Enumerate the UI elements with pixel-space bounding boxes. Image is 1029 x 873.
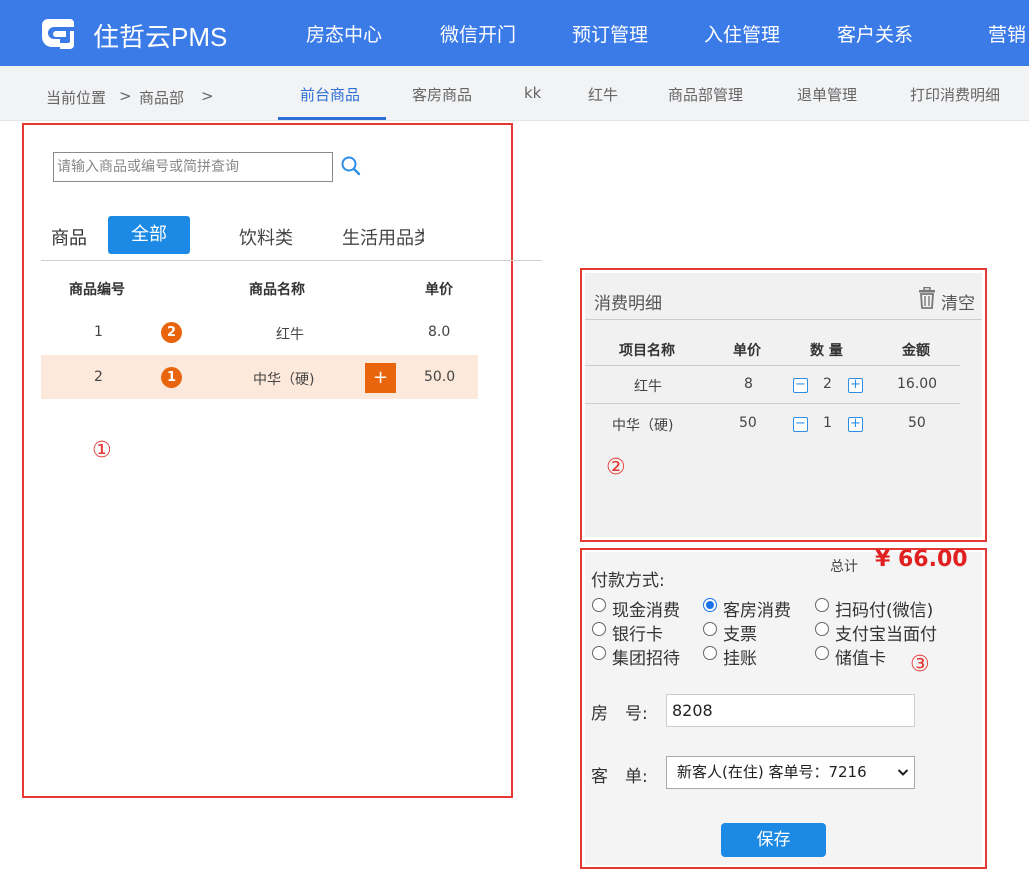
add-product-button[interactable]: + [365, 363, 396, 393]
product-id: 1 [94, 324, 103, 340]
category-all-button[interactable]: 全部 [108, 216, 190, 254]
product-name: 红牛 [276, 327, 304, 343]
detail-item-amount: 16.00 [897, 376, 938, 392]
annotation-number-3: ③ [910, 652, 930, 677]
column-header-price: 单价 [425, 282, 453, 298]
detail-header-price: 单价 [733, 343, 761, 359]
radio-label-cash[interactable]: 现金消费 [612, 596, 680, 621]
column-header-id: 商品编号 [69, 282, 125, 298]
radio-stored-value[interactable] [815, 646, 829, 660]
detail-item-price: 50 [739, 415, 757, 431]
detail-item-qty: 1 [823, 415, 832, 431]
detail-header-divider [585, 365, 960, 366]
breadcrumb-separator: > [119, 87, 132, 105]
room-number-input[interactable]: 8208 [666, 694, 915, 727]
detail-title-divider [585, 319, 982, 320]
detail-header-qty: 数 量 [810, 343, 843, 359]
detail-item-name: 中华（硬) [612, 418, 674, 434]
detail-header-item: 项目名称 [619, 343, 675, 359]
count-badge: 2 [161, 322, 182, 343]
radio-label-group-hospitality[interactable]: 集团招待 [612, 644, 680, 669]
qty-increase-button[interactable]: + [848, 378, 863, 393]
product-search-input[interactable]: 请输入商品或编号或简拼查询 [53, 152, 333, 182]
annotation-number-2: ② [606, 455, 626, 480]
breadcrumb-current[interactable]: 商品部 [139, 87, 184, 108]
detail-item-qty: 2 [823, 376, 832, 392]
radio-check[interactable] [703, 622, 717, 636]
product-price: 8.0 [428, 324, 451, 340]
detail-title: 消费明细 [594, 294, 662, 314]
column-header-name: 商品名称 [249, 282, 305, 298]
detail-item-name: 红牛 [634, 379, 662, 395]
tab-room-goods[interactable]: 客房商品 [412, 84, 472, 105]
qty-increase-button[interactable]: + [848, 417, 863, 432]
product-name: 中华（硬) [253, 372, 315, 388]
radio-label-check[interactable]: 支票 [723, 620, 757, 645]
radio-label-bank-card[interactable]: 银行卡 [612, 620, 663, 645]
detail-item-amount: 50 [908, 415, 926, 431]
save-button[interactable]: 保存 [721, 823, 826, 857]
category-divider [41, 260, 542, 261]
nav-wechat-door[interactable]: 微信开门 [440, 20, 516, 47]
clear-button[interactable]: 清空 [941, 289, 975, 314]
nav-customer[interactable]: 客户关系 [837, 20, 913, 47]
tab-front-goods[interactable]: 前台商品 [300, 84, 360, 105]
annotation-number-1: ① [92, 438, 112, 463]
category-daily-goods-clip: 生活用品类 [342, 220, 424, 248]
count-badge: 1 [161, 367, 182, 388]
qty-decrease-button[interactable]: − [793, 417, 808, 432]
radio-label-alipay[interactable]: 支付宝当面付 [835, 620, 937, 645]
guest-order-label: 客 单: [591, 767, 648, 787]
breadcrumb-separator: > [201, 87, 214, 105]
qty-decrease-button[interactable]: − [793, 378, 808, 393]
radio-wechat-scan[interactable] [815, 598, 829, 612]
search-icon[interactable] [340, 155, 362, 177]
radio-on-account[interactable] [703, 646, 717, 660]
brand-name: 住哲云PMS [93, 22, 228, 52]
category-daily-goods[interactable]: 生活用品类 [342, 224, 424, 248]
radio-label-on-account[interactable]: 挂账 [723, 644, 757, 669]
radio-cash[interactable] [592, 598, 606, 612]
radio-label-room-charge[interactable]: 客房消费 [723, 596, 791, 621]
nav-checkin[interactable]: 入住管理 [704, 20, 780, 47]
product-id: 2 [94, 369, 103, 385]
total-label: 总计 [830, 559, 858, 575]
tab-print-detail[interactable]: 打印消费明细 [910, 84, 1000, 105]
breadcrumb-label: 当前位置 [46, 89, 107, 107]
tab-refund-manage[interactable]: 退单管理 [797, 84, 857, 105]
radio-room-charge[interactable] [703, 598, 717, 612]
guest-order-select[interactable]: 新客人(在住) 客单号：7216 [666, 756, 915, 789]
tab-kk[interactable]: kk [524, 84, 541, 102]
category-drinks[interactable]: 饮料类 [239, 224, 293, 250]
detail-row-divider [585, 403, 960, 404]
radio-bank-card[interactable] [592, 622, 606, 636]
room-number-label: 房 号: [591, 704, 648, 724]
nav-booking[interactable]: 预订管理 [572, 20, 648, 47]
tab-redbull[interactable]: 红牛 [588, 84, 618, 105]
radio-group-hospitality[interactable] [592, 646, 606, 660]
detail-item-price: 8 [744, 376, 753, 392]
active-tab-indicator [278, 117, 386, 120]
detail-header-amount: 金额 [902, 343, 930, 359]
nav-room-status[interactable]: 房态中心 [306, 20, 382, 47]
product-price: 50.0 [424, 369, 456, 385]
total-amount: ¥ 66.00 [875, 547, 968, 572]
radio-label-wechat-scan[interactable]: 扫码付(微信) [835, 596, 933, 621]
brand-logo-icon [42, 19, 74, 49]
nav-marketing[interactable]: 营销 [988, 20, 1026, 47]
radio-label-stored-value[interactable]: 储值卡 [835, 644, 886, 669]
payment-method-label: 付款方式: [591, 571, 665, 591]
radio-alipay[interactable] [815, 622, 829, 636]
trash-icon[interactable] [918, 287, 936, 309]
category-label: 商品 [51, 228, 87, 249]
tab-goods-dept-manage[interactable]: 商品部管理 [668, 84, 743, 105]
chevron-down-icon [897, 769, 909, 776]
